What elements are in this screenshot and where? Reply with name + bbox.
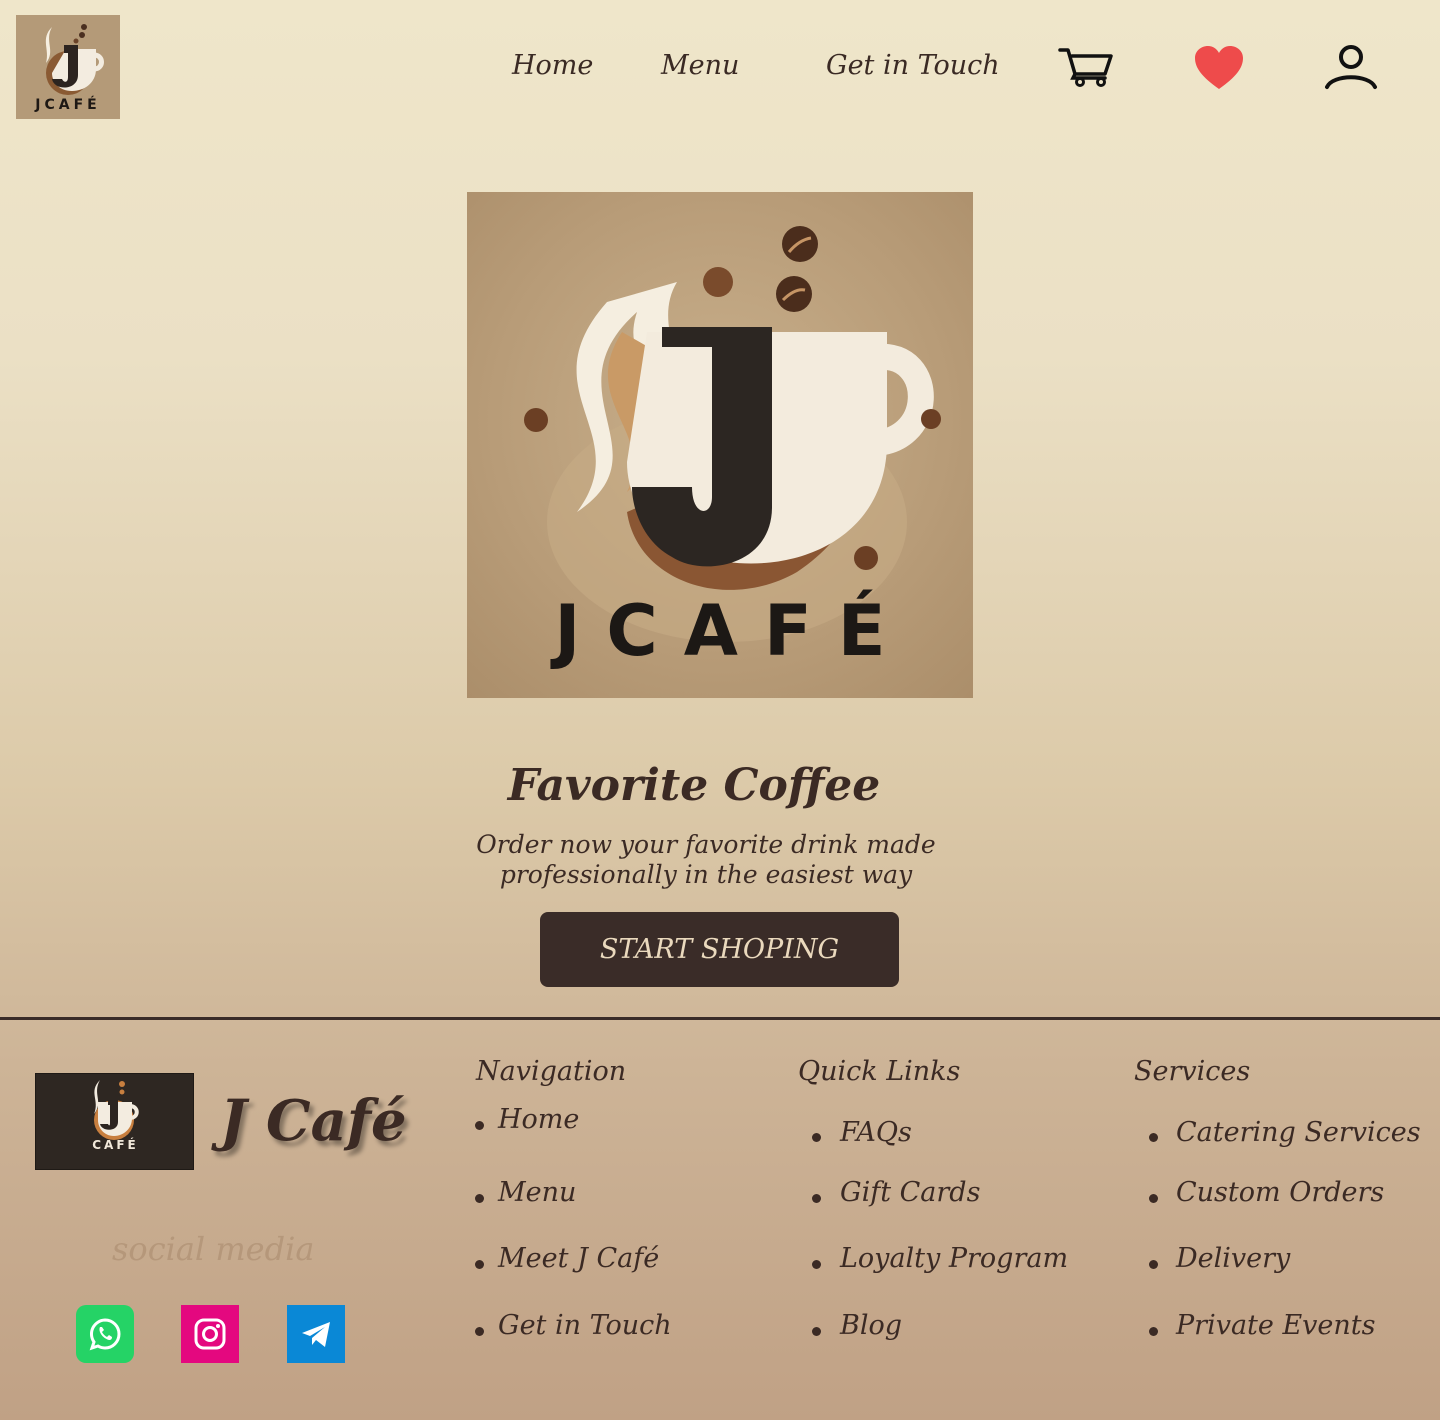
- bullet: [475, 1194, 484, 1203]
- bullet: [475, 1327, 484, 1336]
- footer-link-private-events[interactable]: Private Events: [1176, 1310, 1376, 1341]
- bullet: [1149, 1133, 1158, 1142]
- footer-link-faqs[interactable]: FAQs: [840, 1117, 912, 1148]
- footer-link-menu[interactable]: Menu: [498, 1177, 576, 1208]
- footer-link-gift-cards[interactable]: Gift Cards: [840, 1177, 980, 1208]
- nav-home[interactable]: Home: [512, 50, 593, 81]
- footer-link-blog[interactable]: Blog: [840, 1310, 902, 1341]
- footer-link-custom-orders[interactable]: Custom Orders: [1176, 1177, 1384, 1208]
- footer-link-delivery[interactable]: Delivery: [1176, 1243, 1290, 1274]
- heart-icon[interactable]: [1194, 45, 1244, 95]
- bullet: [812, 1133, 821, 1142]
- hero-subtitle: Order now your favorite drink made profe…: [476, 830, 936, 889]
- footer-services-title: Services: [1134, 1056, 1251, 1087]
- header-logo-text: JCAFÉ: [35, 97, 101, 113]
- coffee-logo-icon: [36, 1074, 193, 1169]
- footer-link-meet-j-cafe[interactable]: Meet J Café: [498, 1243, 659, 1274]
- bullet: [475, 1260, 484, 1269]
- user-icon[interactable]: [1324, 44, 1378, 94]
- cart-icon[interactable]: [1058, 46, 1116, 92]
- social-media-label: social media: [112, 1230, 315, 1268]
- hero-logo-image: JCAFÉ: [467, 192, 973, 698]
- site-header: JCAFÉ Home Menu Get in Touch: [0, 0, 1440, 135]
- bullet: [1149, 1327, 1158, 1336]
- hero-title: Favorite Coffee: [507, 760, 881, 811]
- footer-quick-links-title: Quick Links: [798, 1056, 961, 1087]
- footer-link-loyalty-program[interactable]: Loyalty Program: [840, 1243, 1068, 1274]
- footer-navigation-title: Navigation: [476, 1056, 627, 1087]
- bullet: [1149, 1260, 1158, 1269]
- nav-menu[interactable]: Menu: [661, 50, 739, 81]
- bullet: [1149, 1194, 1158, 1203]
- bullet: [812, 1260, 821, 1269]
- bullet: [475, 1121, 484, 1130]
- footer-link-get-in-touch[interactable]: Get in Touch: [498, 1310, 672, 1341]
- instagram-icon[interactable]: [181, 1305, 239, 1363]
- bullet: [812, 1327, 821, 1336]
- footer-logo[interactable]: CAFÉ: [35, 1073, 194, 1170]
- footer-logo-text: CAFÉ: [92, 1138, 139, 1152]
- footer-brand-name: J Café: [220, 1088, 407, 1154]
- header-logo[interactable]: JCAFÉ: [16, 15, 120, 119]
- telegram-icon[interactable]: [287, 1305, 345, 1363]
- footer-divider: [0, 1017, 1440, 1020]
- start-shopping-button[interactable]: START SHOPING: [540, 912, 899, 987]
- nav-get-in-touch[interactable]: Get in Touch: [826, 50, 1000, 81]
- whatsapp-icon[interactable]: [76, 1305, 134, 1363]
- footer-link-catering-services[interactable]: Catering Services: [1176, 1117, 1421, 1148]
- bullet: [812, 1194, 821, 1203]
- hero-logo-text: JCAFÉ: [554, 590, 912, 672]
- footer-link-home[interactable]: Home: [498, 1104, 579, 1135]
